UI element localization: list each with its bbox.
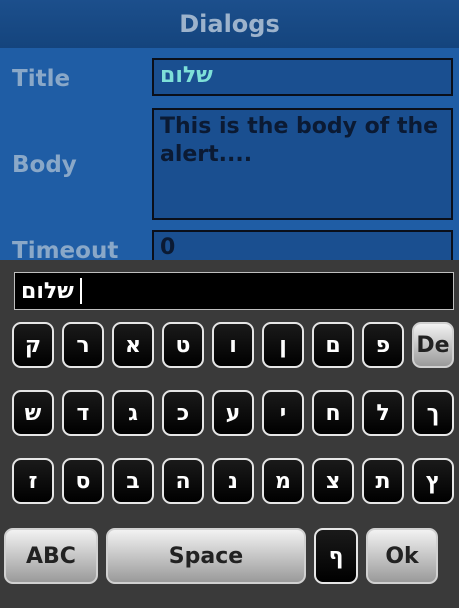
key-qof[interactable]: ק: [12, 322, 54, 368]
virtual-keyboard: שלום ק ר א ט ו ן ם פ De ש ד ג כ ע י ח ל …: [0, 260, 459, 608]
key-tsadi[interactable]: צ: [312, 458, 354, 504]
key-nun[interactable]: נ: [212, 458, 254, 504]
key-final-nun[interactable]: ן: [262, 322, 304, 368]
dialog-title-bar: Dialogs: [0, 0, 459, 48]
key-mem[interactable]: מ: [262, 458, 304, 504]
key-kaf[interactable]: כ: [162, 390, 204, 436]
key-samekh[interactable]: ס: [62, 458, 104, 504]
title-field[interactable]: שלום: [152, 58, 453, 96]
key-final-tsadi[interactable]: ץ: [412, 458, 454, 504]
keyboard-row-4: ABC Space ף Ok: [4, 528, 438, 584]
timeout-label: Timeout: [12, 238, 119, 260]
key-ayin[interactable]: ע: [212, 390, 254, 436]
text-cursor: [79, 278, 82, 304]
page-title: Dialogs: [179, 10, 280, 38]
keyboard-row-1: ק ר א ט ו ן ם פ De: [12, 322, 454, 368]
key-dalet[interactable]: ד: [62, 390, 104, 436]
key-lamed[interactable]: ל: [362, 390, 404, 436]
key-resh[interactable]: ר: [62, 322, 104, 368]
key-he[interactable]: ה: [162, 458, 204, 504]
key-tav[interactable]: ת: [362, 458, 404, 504]
key-final-pe[interactable]: ף: [314, 528, 358, 584]
timeout-field[interactable]: 0: [152, 230, 453, 260]
key-gimel[interactable]: ג: [112, 390, 154, 436]
key-final-mem[interactable]: ם: [312, 322, 354, 368]
key-yod[interactable]: י: [262, 390, 304, 436]
body-field[interactable]: This is the body of the alert....: [152, 108, 453, 220]
key-final-kaf[interactable]: ך: [412, 390, 454, 436]
key-shin[interactable]: ש: [12, 390, 54, 436]
body-label: Body: [12, 152, 77, 178]
key-het[interactable]: ח: [312, 390, 354, 436]
abc-button[interactable]: ABC: [4, 528, 98, 584]
key-zayin[interactable]: ז: [12, 458, 54, 504]
keyboard-row-3: ז ס ב ה נ מ צ ת ץ: [12, 458, 454, 504]
delete-button[interactable]: De: [412, 322, 454, 368]
title-label: Title: [12, 66, 71, 92]
key-tet[interactable]: ט: [162, 322, 204, 368]
key-vav[interactable]: ו: [212, 322, 254, 368]
dialog-form: Title שלום Body This is the body of the …: [0, 48, 459, 260]
keyboard-input-text: שלום: [21, 278, 74, 304]
key-alef[interactable]: א: [112, 322, 154, 368]
keyboard-row-2: ש ד ג כ ע י ח ל ך: [12, 390, 454, 436]
key-pe[interactable]: פ: [362, 322, 404, 368]
key-bet[interactable]: ב: [112, 458, 154, 504]
keyboard-input[interactable]: שלום: [14, 272, 454, 310]
ok-button[interactable]: Ok: [366, 528, 438, 584]
space-button[interactable]: Space: [106, 528, 306, 584]
